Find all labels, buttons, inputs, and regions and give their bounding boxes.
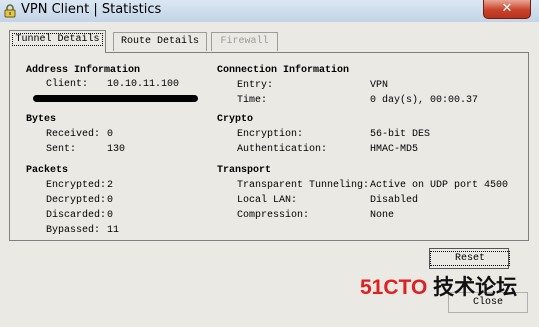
address-information-heading: Address Information (26, 65, 141, 76)
authentication-label: Authentication: (237, 144, 328, 155)
discarded-label: Discarded: (46, 210, 107, 221)
encryption-value: 56-bit DES (370, 129, 431, 140)
entry-value: VPN (370, 80, 389, 91)
client-label: Client: (46, 79, 89, 90)
bypassed-value: 11 (107, 225, 120, 236)
watermark-51cto: 51CTO (360, 276, 428, 299)
entry-label: Entry: (237, 80, 274, 91)
bypassed-label: Bypassed: (46, 225, 101, 236)
decrypted-label: Decrypted: (46, 195, 107, 206)
connection-information-heading: Connection Information (217, 65, 350, 76)
compression-label: Compression: (237, 210, 310, 221)
sent-label: Sent: (46, 144, 77, 155)
time-label: Time: (237, 95, 268, 106)
watermark-forum: 技术论坛 (427, 276, 518, 299)
bytes-heading: Bytes (26, 114, 57, 125)
authentication-value: HMAC-MD5 (370, 144, 419, 155)
time-value: 0 day(s), 00:00.37 (370, 95, 479, 106)
redaction-mark (33, 95, 198, 102)
transparent-tunneling-label: Transparent Tunneling: (237, 180, 370, 191)
reset-button-label: Reset (430, 251, 511, 266)
watermark: 51CTO 技术论坛 (360, 271, 517, 301)
encrypted-label: Encrypted: (46, 180, 107, 191)
encryption-label: Encryption: (237, 129, 304, 140)
reset-button[interactable]: Reset (429, 248, 511, 269)
packets-heading: Packets (26, 165, 69, 176)
discarded-value: 0 (107, 210, 114, 221)
transparent-tunneling-value: Active on UDP port 4500 (370, 180, 509, 191)
local-lan-label: Local LAN: (237, 195, 298, 206)
compression-value: None (370, 210, 395, 221)
sent-value: 130 (107, 144, 126, 155)
crypto-heading: Crypto (217, 114, 254, 125)
decrypted-value: 0 (107, 195, 114, 206)
encrypted-value: 2 (107, 180, 114, 191)
local-lan-value: Disabled (370, 195, 419, 206)
received-value: 0 (107, 129, 114, 140)
received-label: Received: (46, 129, 101, 140)
transport-heading: Transport (217, 165, 272, 176)
client-value: 10.10.11.100 (107, 79, 180, 90)
